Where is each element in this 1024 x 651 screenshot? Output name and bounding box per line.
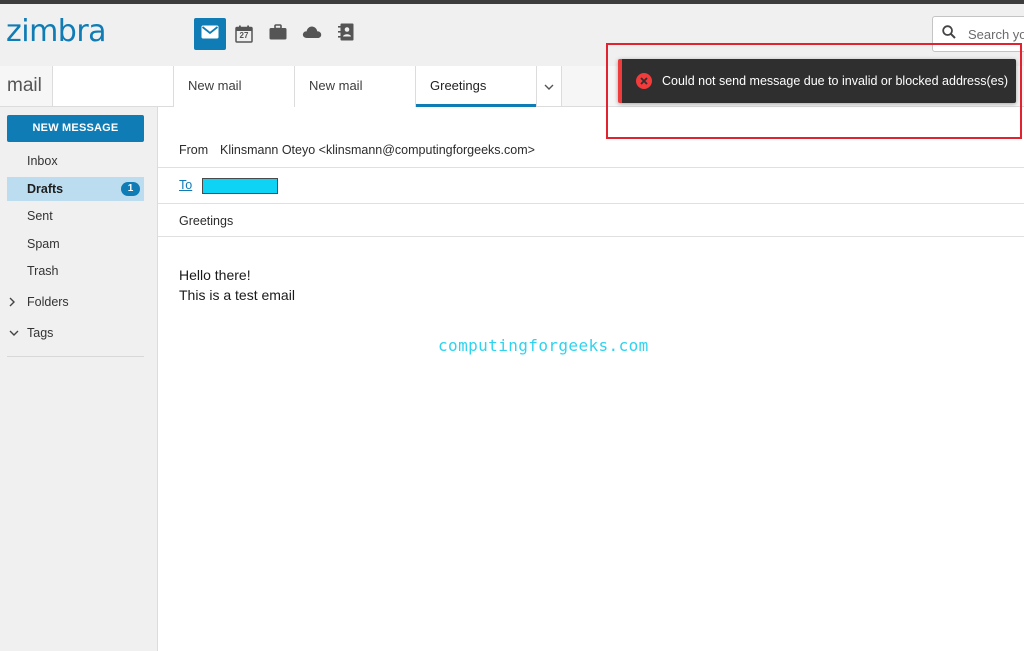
app-contacts-button[interactable]	[330, 18, 362, 50]
to-link[interactable]: To	[179, 178, 192, 192]
sidebar-tags-group[interactable]: Tags	[9, 322, 53, 344]
compose-pane: From Klinsmann Oteyo <klinsmann@computin…	[158, 107, 1024, 651]
chevron-down-icon[interactable]	[9, 330, 27, 336]
calendar-icon: 27	[235, 25, 253, 43]
to-row[interactable]: To	[158, 168, 1024, 204]
contacts-icon	[338, 23, 354, 46]
sidebar-item-spam[interactable]: Spam	[7, 232, 144, 256]
chevron-right-icon[interactable]	[9, 297, 27, 307]
sidebar-item-inbox[interactable]: Inbox	[7, 149, 144, 173]
sidebar-item-sent[interactable]: Sent	[7, 204, 144, 228]
from-label: From	[179, 143, 209, 157]
body-line: Hello there!	[179, 267, 251, 283]
error-icon	[636, 73, 652, 89]
sidebar-group-label: Folders	[27, 295, 69, 309]
from-value[interactable]: Klinsmann Oteyo <klinsmann@computingforg…	[220, 143, 535, 157]
search-input[interactable]	[968, 26, 1024, 42]
sidebar-item-label: Sent	[27, 209, 53, 223]
subject-row[interactable]: Greetings	[158, 204, 1024, 237]
chevron-down-icon	[544, 77, 554, 95]
app-mail-button[interactable]	[194, 18, 226, 50]
app-cloud-button[interactable]	[296, 18, 328, 50]
app-calendar-button[interactable]: 27	[228, 18, 260, 50]
cloud-icon	[302, 25, 322, 44]
error-toast[interactable]: Could not send message due to invalid or…	[618, 59, 1016, 103]
tab-new-mail-2[interactable]: New mail	[295, 66, 416, 107]
app-briefcase-button[interactable]	[262, 18, 294, 50]
sidebar-folders-group[interactable]: Folders	[9, 291, 69, 313]
tab-bar-spacer	[53, 66, 174, 106]
sidebar-divider	[7, 356, 144, 357]
sidebar-item-trash[interactable]: Trash	[7, 259, 144, 283]
toast-message: Could not send message due to invalid or…	[662, 74, 1009, 88]
mail-icon	[201, 25, 219, 44]
tab-greetings[interactable]: Greetings	[416, 66, 537, 107]
sidebar: NEW MESSAGE Inbox Drafts 1 Sent Spam Tra…	[0, 107, 158, 651]
new-message-button[interactable]: NEW MESSAGE	[7, 115, 144, 142]
zimbra-logo[interactable]: zimbra	[6, 14, 107, 49]
calendar-date-label: 27	[239, 31, 249, 40]
tab-overflow-button[interactable]	[537, 66, 562, 106]
tab-new-mail-1[interactable]: New mail	[174, 66, 295, 107]
sidebar-item-drafts[interactable]: Drafts 1	[7, 177, 144, 201]
sidebar-item-label: Inbox	[27, 154, 58, 168]
sidebar-group-label: Tags	[27, 326, 54, 340]
section-title: mail	[0, 66, 53, 106]
subject-field[interactable]: Greetings	[179, 214, 233, 228]
sidebar-item-label: Drafts	[27, 182, 64, 196]
message-body[interactable]: Hello there! This is a test email	[179, 265, 295, 305]
sidebar-item-label: Trash	[27, 264, 59, 278]
briefcase-icon	[269, 23, 287, 45]
unread-count-badge: 1	[121, 182, 140, 196]
watermark-text: computingforgeeks.com	[438, 336, 649, 355]
search-icon[interactable]	[942, 24, 956, 44]
body-line: This is a test email	[179, 287, 295, 303]
sidebar-item-label: Spam	[27, 237, 60, 251]
recipient-chip[interactable]	[202, 178, 278, 194]
